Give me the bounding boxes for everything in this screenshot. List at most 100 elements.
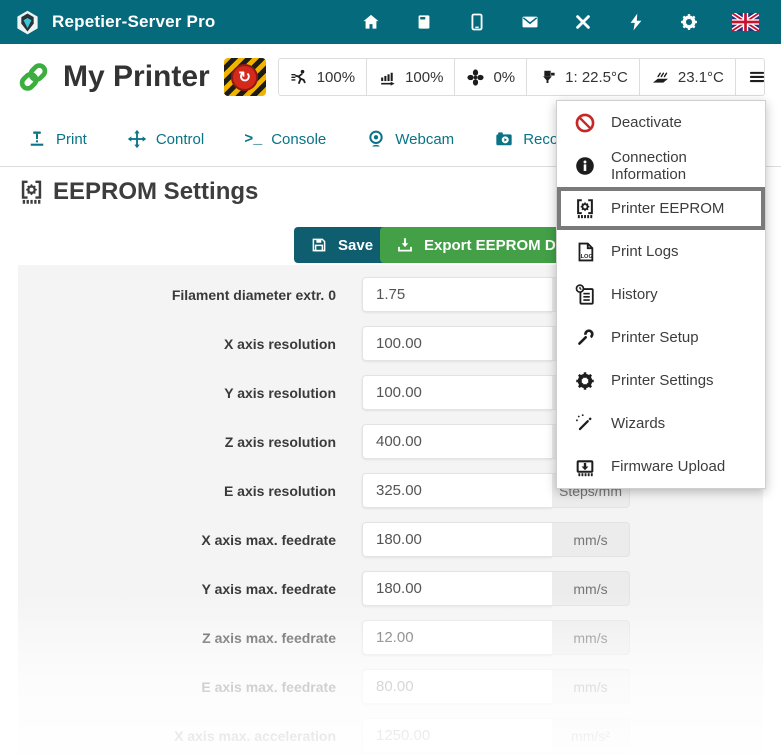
form-row-x-max-acceleration: X axis max. acceleration mm/s² — [18, 718, 763, 753]
form-row-y-max-feedrate: Y axis max. feedrate mm/s — [18, 571, 763, 606]
unit-addon: mm/s — [552, 620, 630, 655]
filament-diameter-input[interactable] — [362, 277, 552, 312]
fan-control[interactable]: 0% — [454, 59, 526, 95]
menu-item-label: Printer EEPROM — [611, 200, 724, 217]
global-settings-icon[interactable] — [679, 12, 699, 32]
field-label: Z axis max. feedrate — [18, 630, 362, 646]
repetier-server-window: Repetier-Server Pro My Printer ↻ — [0, 0, 781, 755]
field-label: X axis resolution — [18, 336, 362, 352]
field-label: E axis max. feedrate — [18, 679, 362, 695]
console-prompt-icon: >_ — [244, 131, 262, 148]
unit-addon: mm/s — [552, 669, 630, 704]
unit-addon: mm/s — [552, 571, 630, 606]
menu-item-deactivate[interactable]: Deactivate — [557, 101, 765, 144]
flow-value: 100% — [405, 69, 443, 86]
e-max-feedrate-input[interactable] — [362, 669, 552, 704]
extruder-temperature-control[interactable]: 1: 22.5°C — [526, 59, 639, 95]
speed-multiplier-control[interactable]: 100% — [279, 59, 366, 95]
menu-item-print-logs[interactable]: Print Logs — [557, 230, 765, 273]
quick-actions-icon[interactable] — [626, 12, 646, 32]
z-max-feedrate-input[interactable] — [362, 620, 552, 655]
printer-connected-icon — [16, 59, 51, 95]
floppy-disk-icon — [310, 236, 328, 254]
log-file-icon — [574, 241, 596, 263]
x-max-feedrate-input[interactable] — [362, 522, 552, 557]
save-button[interactable]: Save — [294, 227, 389, 263]
form-row-x-max-feedrate: X axis max. feedrate mm/s — [18, 522, 763, 557]
top-navigation-bar: Repetier-Server Pro — [0, 0, 781, 44]
menu-item-label: Firmware Upload — [611, 458, 725, 475]
field-label: X axis max. acceleration — [18, 728, 362, 744]
x-max-acceleration-input[interactable] — [362, 718, 552, 753]
z-resolution-input[interactable] — [362, 424, 552, 459]
messages-icon[interactable] — [520, 12, 540, 32]
webcam-icon — [366, 129, 386, 149]
menu-item-printer-settings[interactable]: Printer Settings — [557, 359, 765, 402]
tab-print[interactable]: Print — [10, 116, 104, 162]
ban-icon — [574, 112, 596, 134]
tab-print-label: Print — [56, 131, 87, 148]
field-label: Filament diameter extr. 0 — [18, 287, 362, 303]
firmware-upload-icon — [574, 456, 596, 478]
menu-item-label: Print Logs — [611, 243, 679, 260]
flow-multiplier-control[interactable]: 100% — [366, 59, 454, 95]
topbar-icons — [361, 12, 759, 32]
touch-interface-icon[interactable] — [467, 12, 487, 32]
printer-menu-button[interactable] — [735, 59, 765, 95]
emergency-stop-button[interactable]: ↻ — [224, 58, 266, 96]
menu-item-firmware-upload[interactable]: Firmware Upload — [557, 445, 765, 488]
page-heading: EEPROM Settings — [18, 178, 258, 206]
unit-addon: mm/s — [552, 522, 630, 557]
magic-wand-icon — [574, 413, 596, 435]
save-button-label: Save — [338, 237, 373, 254]
download-icon — [396, 236, 414, 254]
tab-console-label: Console — [271, 131, 326, 148]
eeprom-chip-icon — [574, 198, 596, 220]
x-resolution-input[interactable] — [362, 326, 552, 361]
home-icon[interactable] — [361, 12, 381, 32]
extruder-icon — [538, 68, 557, 87]
printer-status-bar: 100% 100% 0% 1: 22.5°C 23.1°C — [278, 58, 765, 96]
menu-item-wizards[interactable]: Wizards — [557, 402, 765, 445]
speed-icon — [290, 68, 309, 87]
wrench-icon — [574, 327, 596, 349]
tab-webcam[interactable]: Webcam — [349, 116, 471, 162]
menu-item-printer-eeprom[interactable]: Printer EEPROM — [557, 187, 765, 230]
export-button-label: Export EEPROM Data — [424, 237, 577, 254]
history-icon — [574, 284, 596, 306]
menu-item-history[interactable]: History — [557, 273, 765, 316]
e-resolution-input[interactable] — [362, 473, 552, 508]
menu-item-printer-setup[interactable]: Printer Setup — [557, 316, 765, 359]
tab-console[interactable]: >_ Console — [227, 118, 343, 161]
y-resolution-input[interactable] — [362, 375, 552, 410]
language-flag-icon[interactable] — [732, 13, 759, 31]
menu-item-label: History — [611, 286, 658, 303]
fan-icon — [466, 68, 485, 87]
move-arrows-icon — [127, 129, 147, 149]
flow-icon — [378, 68, 397, 87]
fan-value: 0% — [493, 69, 515, 86]
bed-temperature-control[interactable]: 23.1°C — [639, 59, 735, 95]
form-row-z-max-feedrate: Z axis max. feedrate mm/s — [18, 620, 763, 655]
menu-item-connection-information[interactable]: Connection Information — [557, 144, 765, 187]
info-icon — [574, 155, 596, 177]
printer-list-icon[interactable] — [414, 12, 434, 32]
tab-control[interactable]: Control — [110, 116, 221, 162]
bed-temperature-value: 23.1°C — [678, 69, 724, 86]
gear-icon — [574, 370, 596, 392]
menu-item-label: Wizards — [611, 415, 665, 432]
app-title[interactable]: Repetier-Server Pro — [52, 12, 215, 32]
menu-item-label: Deactivate — [611, 114, 682, 131]
tools-icon[interactable] — [573, 12, 593, 32]
tab-control-label: Control — [156, 131, 204, 148]
field-label: X axis max. feedrate — [18, 532, 362, 548]
unit-addon: mm/s² — [552, 718, 630, 753]
field-label: E axis resolution — [18, 483, 362, 499]
print-icon — [27, 129, 47, 149]
camera-icon — [494, 129, 514, 149]
speed-value: 100% — [317, 69, 355, 86]
menu-item-label: Printer Settings — [611, 372, 714, 389]
field-label: Y axis max. feedrate — [18, 581, 362, 597]
eeprom-chip-icon — [18, 179, 45, 206]
y-max-feedrate-input[interactable] — [362, 571, 552, 606]
